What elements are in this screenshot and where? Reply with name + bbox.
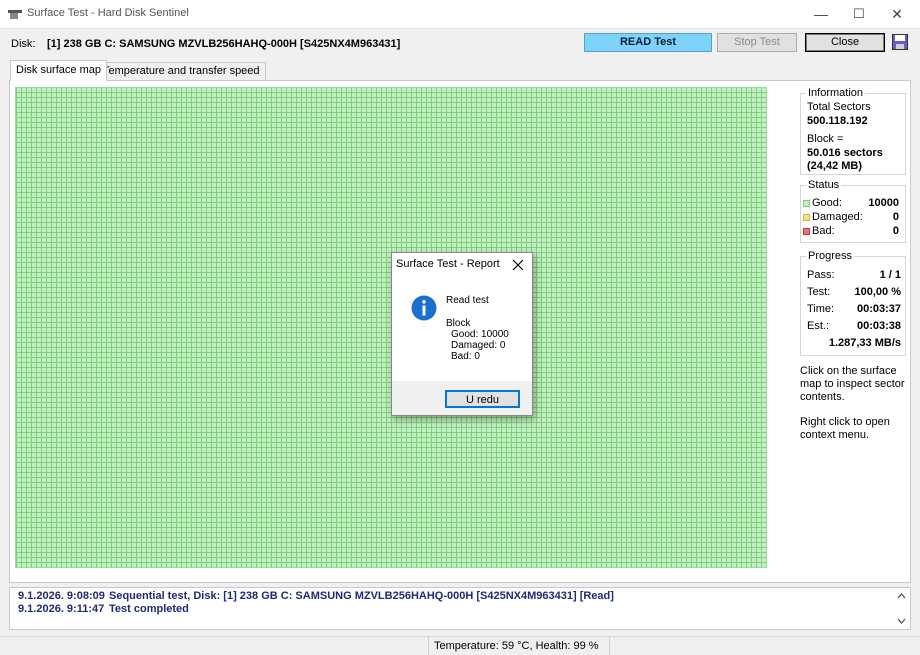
tab-temperature-transfer[interactable]: Temperature and transfer speed (97, 62, 266, 80)
speed-value: 1.287,33 MB/s (828, 337, 901, 349)
status-good-label: Good: (812, 197, 842, 209)
block-label: Block = (807, 133, 844, 145)
test-label: Test: (807, 286, 831, 298)
information-icon (411, 295, 437, 321)
log-time: 9.1.2026. 9:08:09 (18, 590, 105, 602)
est-value: 00:03:38 (856, 320, 901, 332)
status-bad-label: Bad: (812, 225, 835, 237)
total-sectors-value: 500.118.192 (807, 115, 868, 127)
status-bad-value: 0 (892, 225, 899, 237)
dialog-message: Read test Block Good: 10000 Damaged: 0 B… (446, 295, 509, 362)
log-line: 9.1.2026. 9:08:09 Sequential test, Disk: … (18, 590, 614, 602)
dialog-damaged: Damaged: 0 (451, 340, 506, 351)
temperature-health-status: Temperature: 59 °C, Health: 99 % (428, 637, 610, 655)
status-title: Status (806, 179, 842, 191)
save-icon[interactable] (892, 34, 908, 50)
time-label: Time: (807, 303, 835, 315)
progress-title: Progress (806, 250, 855, 262)
hard-disk-icon (8, 10, 22, 19)
status-damaged-value: 0 (892, 211, 899, 223)
status-damaged-label: Damaged: (812, 211, 863, 223)
information-group: Information Total Sectors 500.118.192 Bl… (800, 87, 906, 175)
disk-label: Disk: (11, 38, 36, 50)
bad-color-swatch (803, 227, 810, 235)
dialog-bad: Bad: 0 (451, 351, 480, 362)
progress-group: Progress Pass: 1 / 1 Test: 100,00 % Time… (800, 250, 906, 356)
status-bar: Temperature: 59 °C, Health: 99 % (0, 636, 920, 655)
tab-disk-surface-map[interactable]: Disk surface map (10, 60, 107, 81)
time-value: 00:03:37 (856, 303, 901, 315)
dialog-heading: Read test (446, 295, 489, 306)
pass-value: 1 / 1 (879, 269, 901, 281)
title-bar: Surface Test - Hard Disk Sentinel — ☐ ✕ (0, 0, 920, 29)
pass-label: Pass: (807, 269, 835, 281)
report-dialog: Surface Test - Report Read test Block Go… (391, 252, 533, 416)
status-good-row: Good: (803, 197, 842, 209)
log-line: 9.1.2026. 9:11:47 Test completed (18, 603, 189, 615)
status-good-value: 10000 (868, 197, 899, 209)
block-size-value: (24,42 MB) (807, 160, 863, 172)
stop-test-button[interactable]: Stop Test (717, 33, 797, 52)
information-title: Information (806, 87, 866, 99)
est-label: Est.: (807, 320, 830, 332)
surface-click-hint: Click on the surface map to inspect sect… (800, 365, 905, 403)
close-button[interactable]: Close (805, 33, 885, 52)
status-group: Status Good: 10000 Damaged: 0 Bad: 0 (800, 179, 906, 243)
dialog-title: Surface Test - Report (396, 258, 500, 270)
log-message: Test completed (109, 603, 189, 615)
damaged-color-swatch (803, 213, 810, 221)
read-test-button[interactable]: READ Test (584, 33, 712, 52)
context-menu-hint: Right click to open context menu. (800, 416, 890, 441)
log-panel[interactable]: 9.1.2026. 9:08:09 Sequential test, Disk: … (9, 587, 911, 630)
log-time: 9.1.2026. 9:11:47 (18, 603, 105, 615)
log-scrollbar[interactable] (893, 588, 910, 629)
window-title: Surface Test - Hard Disk Sentinel (27, 7, 189, 19)
block-sectors-value: 50.016 sectors (807, 147, 883, 159)
log-message: Sequential test, Disk: [1] 238 GB C: SAM… (109, 590, 614, 602)
test-value: 100,00 % (854, 286, 901, 298)
status-damaged-row: Damaged: (803, 211, 863, 223)
total-sectors-label: Total Sectors (807, 101, 871, 113)
disk-name: [1] 238 GB C: SAMSUNG MZVLB256HAHQ-000H … (47, 38, 401, 50)
status-bad-row: Bad: (803, 225, 835, 237)
dialog-block-label: Block (446, 318, 471, 329)
good-color-swatch (803, 199, 810, 207)
dialog-close-icon[interactable] (512, 259, 524, 271)
ok-button[interactable]: U redu (445, 390, 520, 408)
close-window-button[interactable]: ✕ (874, 0, 920, 28)
dialog-good: Good: 10000 (451, 329, 509, 340)
